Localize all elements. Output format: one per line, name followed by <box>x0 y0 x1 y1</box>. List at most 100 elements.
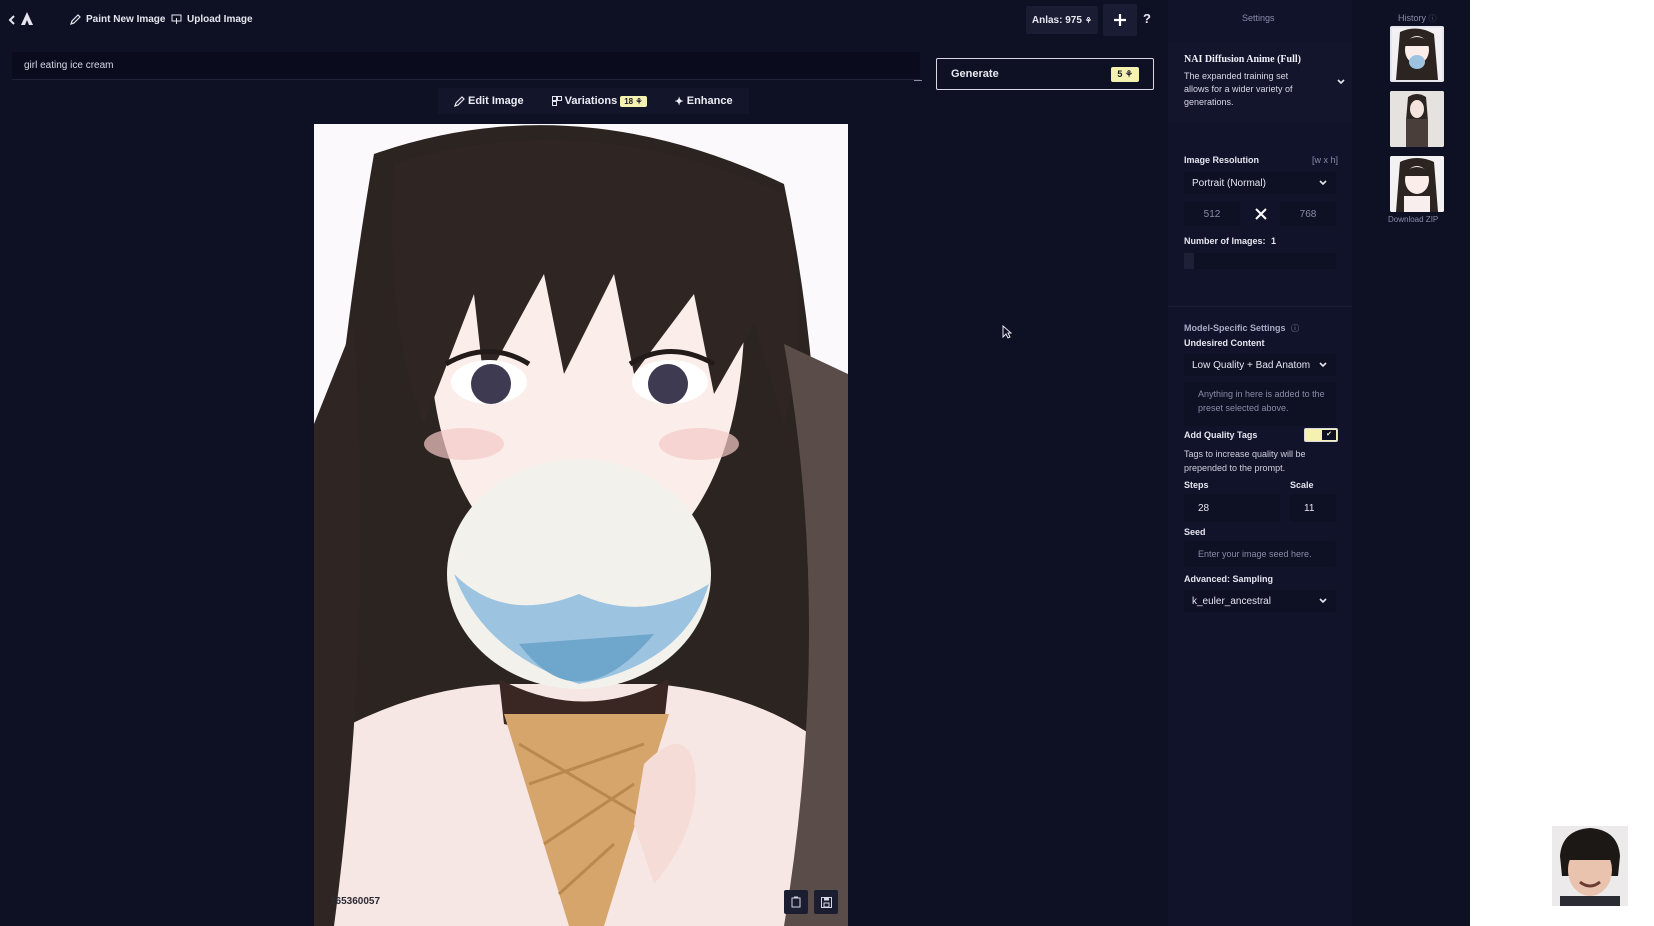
help-button[interactable]: ? <box>1143 11 1151 26</box>
undesired-placeholder: Anything in here is added to the preset … <box>1198 389 1325 413</box>
model-specific-settings-label: Model-Specific Settings ⓘ <box>1184 323 1300 333</box>
generate-cost-value: 5 <box>1117 68 1123 79</box>
toggle-knob: ✔ <box>1322 430 1336 440</box>
variations-label: Variations <box>564 95 618 107</box>
back-button[interactable] <box>8 13 18 27</box>
download-zip-button[interactable]: Download ZIP <box>1388 215 1438 224</box>
history-image-2 <box>1390 91 1444 147</box>
scale-value: 11 <box>1304 502 1315 514</box>
seed-label: Seed <box>1184 527 1206 537</box>
buy-anlas-button[interactable] <box>1103 4 1137 36</box>
history-title: History ⓘ <box>1398 13 1437 23</box>
webcam-overlay <box>1552 826 1628 906</box>
app-window: Paint New Image Upload Image Anlas: 975 … <box>0 0 1470 926</box>
anime-girl-illustration <box>314 124 848 926</box>
quality-tags-toggle[interactable]: ✔ <box>1304 428 1338 442</box>
height-input[interactable]: 768 <box>1280 202 1336 226</box>
save-icon <box>820 896 832 908</box>
prompt-resize-handle[interactable] <box>914 80 922 81</box>
edit-image-label: Edit Image <box>468 95 524 107</box>
scale-input[interactable]: 11 <box>1290 494 1336 522</box>
plus-icon <box>1114 14 1126 26</box>
settings-panel: Settings NAI Diffusion Anime (Full) The … <box>1168 0 1352 926</box>
image-resolution-label: Image Resolution <box>1184 155 1260 165</box>
chevron-down-icon <box>1319 598 1327 604</box>
chevron-left-icon <box>8 15 15 25</box>
chevron-down-icon <box>1319 180 1327 186</box>
save-image-button[interactable] <box>814 890 838 914</box>
model-selector[interactable]: NAI Diffusion Anime (Full) The expanded … <box>1168 42 1352 122</box>
info-icon: ⓘ <box>1291 324 1300 333</box>
width-value: 512 <box>1203 208 1221 220</box>
num-images-text: Number of Images: <box>1184 236 1266 246</box>
prompt-text: girl eating ice cream <box>24 60 114 71</box>
advanced-sampling-label: Advanced: Sampling <box>1184 574 1274 584</box>
sampling-value: k_euler_ancestral <box>1192 595 1271 607</box>
section-divider <box>1168 306 1352 307</box>
variations-cost-badge: 18 ⚘ <box>620 95 647 107</box>
sparkle-icon: ✦ <box>674 95 684 108</box>
generated-image[interactable] <box>314 124 848 926</box>
pencil-icon <box>454 95 465 107</box>
history-thumbnail[interactable] <box>1390 156 1444 212</box>
history-panel: History ⓘ Download ZIP <box>1378 0 1470 926</box>
chevron-down-icon <box>1319 362 1327 368</box>
info-icon: ⓘ <box>1428 14 1437 23</box>
clipboard-icon <box>791 896 801 908</box>
scale-label: Scale <box>1290 480 1314 490</box>
resolution-hint: [w x h] <box>1312 155 1339 165</box>
multiply-icon <box>1255 208 1267 220</box>
history-thumbnail[interactable] <box>1390 26 1444 82</box>
image-seed-label: 165360057 <box>330 896 381 907</box>
variations-button[interactable]: Variations 18 ⚘ <box>542 95 657 107</box>
settings-title: Settings <box>1242 13 1275 23</box>
enhance-button[interactable]: ✦ Enhance <box>665 95 743 108</box>
prompt-input[interactable]: girl eating ice cream <box>12 52 920 80</box>
model-name: NAI Diffusion Anime (Full) <box>1184 54 1301 65</box>
quality-tags-description: Tags to increase quality will be prepend… <box>1184 449 1306 473</box>
width-input[interactable]: 512 <box>1184 202 1240 226</box>
copy-to-clipboard-button[interactable] <box>784 890 808 914</box>
undesired-content-label: Undesired Content <box>1184 338 1265 348</box>
generate-cost-badge: 5 ⚘ <box>1111 66 1139 82</box>
seed-input[interactable]: Enter your image seed here. <box>1184 541 1336 567</box>
steps-input[interactable]: 28 <box>1184 494 1280 522</box>
history-divider <box>1352 0 1378 926</box>
enhance-label: Enhance <box>686 95 733 107</box>
presenter-face-image <box>1552 826 1628 906</box>
logo-icon[interactable] <box>20 11 34 32</box>
steps-label: Steps <box>1184 480 1209 490</box>
upload-image-label: Upload Image <box>187 14 253 25</box>
sampling-select[interactable]: k_euler_ancestral <box>1184 590 1336 612</box>
anlas-balance[interactable]: Anlas: 975 ⚘ <box>1026 6 1098 34</box>
anlas-icon: ⚘ <box>1084 15 1093 25</box>
paint-new-image-button[interactable]: Paint New Image <box>70 14 165 25</box>
top-bar: Paint New Image Upload Image Anlas: 975 … <box>0 0 1160 40</box>
variations-cost-value: 18 <box>624 96 634 106</box>
history-thumbnail[interactable] <box>1390 91 1444 147</box>
pencil-icon <box>70 14 81 25</box>
paint-new-image-label: Paint New Image <box>86 14 166 25</box>
slider-thumb[interactable] <box>1184 253 1194 269</box>
height-value: 768 <box>1299 208 1317 220</box>
help-icon: ? <box>1143 11 1151 26</box>
upload-image-button[interactable]: Upload Image <box>171 14 253 25</box>
chevron-down-icon <box>1337 79 1345 85</box>
undesired-content-input[interactable]: Anything in here is added to the preset … <box>1184 382 1336 426</box>
resolution-value: Portrait (Normal) <box>1192 177 1266 189</box>
seed-placeholder: Enter your image seed here. <box>1198 549 1312 559</box>
number-of-images-label: Number of Images: 1 <box>1184 236 1276 246</box>
grid-icon <box>551 96 562 106</box>
edit-image-button[interactable]: Edit Image <box>444 95 534 107</box>
num-images-value: 1 <box>1271 236 1277 246</box>
upload-icon <box>171 14 182 24</box>
undesired-content-select[interactable]: Low Quality + Bad Anatom <box>1184 354 1336 376</box>
steps-value: 28 <box>1198 502 1210 514</box>
number-of-images-slider[interactable] <box>1184 253 1336 269</box>
mouse-cursor-icon <box>1002 325 1012 339</box>
resolution-select[interactable]: Portrait (Normal) <box>1184 172 1336 194</box>
generate-button[interactable]: Generate 5 ⚘ <box>936 58 1154 90</box>
undesired-content-value: Low Quality + Bad Anatom <box>1192 359 1311 371</box>
image-action-bar: Edit Image Variations 18 ⚘ ✦ Enhance <box>438 88 749 114</box>
add-quality-tags-label: Add Quality Tags <box>1184 430 1258 440</box>
